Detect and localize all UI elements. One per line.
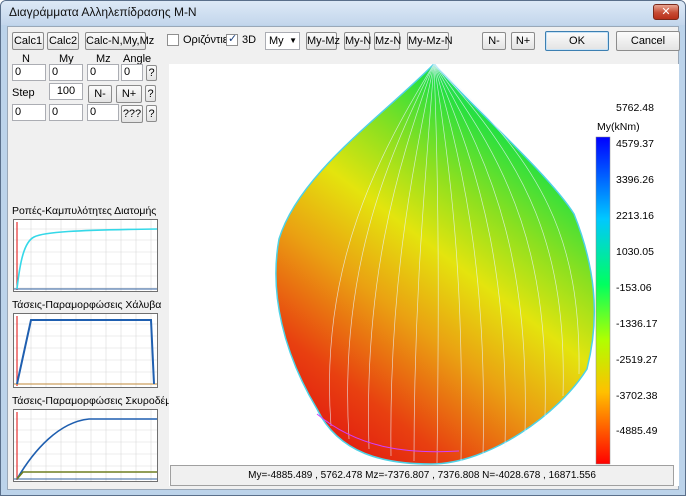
chevron-down-icon: ▼: [289, 36, 297, 45]
calc2-button[interactable]: Calc2: [47, 32, 79, 50]
steel-graph-title: Τάσεις-Παραμορφώσεις Χάλυβα: [12, 299, 162, 311]
window-title: Διαγράμματα Αλληλεπίδρασης Μ-Ν: [9, 5, 197, 19]
title-bar[interactable]: Διαγράμματα Αλληλεπίδρασης Μ-Ν ✕: [1, 1, 685, 25]
row3-input-3[interactable]: 0: [87, 104, 119, 121]
moments-graph-title: Ροπές-Καμπυλότητες Διατομής: [12, 205, 157, 217]
row3-input-1[interactable]: 0: [12, 104, 46, 121]
mz-input[interactable]: 0: [87, 64, 119, 81]
concrete-graph-title: Τάσεις-Παραμορφώσεις Σκυροδέμ.: [12, 395, 175, 407]
colorbar-tick-6: -1336.17: [616, 318, 658, 330]
colorbar-tick-1: 4579.37: [616, 138, 654, 150]
n-minus-top-button[interactable]: N-: [482, 32, 506, 50]
surface-body: [275, 64, 596, 465]
interaction-surface-3d-plot[interactable]: My(kNm): [169, 64, 679, 486]
status-bar: My=-4885.489 , 5762.478 Mz=-7376.807 , 7…: [170, 465, 674, 486]
my-input[interactable]: 0: [49, 64, 83, 81]
step-input[interactable]: 100: [49, 83, 83, 100]
step-label: Step: [12, 87, 35, 99]
my-n-button[interactable]: My-N: [344, 32, 371, 50]
help-button-1[interactable]: ?: [146, 65, 157, 81]
cancel-button[interactable]: Cancel: [616, 31, 680, 51]
close-button[interactable]: ✕: [653, 4, 679, 20]
n-minus-button[interactable]: N-: [88, 85, 112, 103]
colorbar-tick-8: -3702.38: [616, 390, 658, 402]
my-mz-n-button[interactable]: My-Mz-N: [407, 32, 453, 50]
n-plus-button[interactable]: N+: [116, 85, 142, 103]
n-input[interactable]: 0: [12, 64, 46, 81]
moments-curvature-graph: [13, 219, 158, 292]
colorbar-tick-7: -2519.27: [616, 354, 658, 366]
colorbar-title: My(kNm): [597, 121, 640, 133]
mz-n-button[interactable]: Mz-N: [374, 32, 401, 50]
client-area: Calc1 Calc2 Calc-N,My,Mz Οριζόντιες 3D M…: [7, 26, 680, 490]
angle-input[interactable]: 0: [121, 64, 143, 81]
row3-input-2[interactable]: 0: [49, 104, 83, 121]
help-button-3[interactable]: ?: [146, 105, 157, 122]
steel-stress-strain-graph: [13, 313, 158, 388]
ok-button[interactable]: OK: [545, 31, 609, 51]
colorbar-tick-2: 3396.26: [616, 174, 654, 186]
axis-select[interactable]: My ▼: [265, 32, 300, 50]
interaction-diagram-window: Διαγράμματα Αλληλεπίδρασης Μ-Ν ✕ Calc1 C…: [0, 0, 686, 496]
colorbar-tick-9: -4885.49: [616, 425, 658, 437]
calc1-button[interactable]: Calc1: [12, 32, 44, 50]
colorbar-tick-0: 5762.48: [616, 102, 654, 114]
my-mz-button[interactable]: My-Mz: [306, 32, 340, 50]
colorbar-tick-4: 1030.05: [616, 246, 654, 258]
colorbar: [595, 136, 611, 465]
colorbar-tick-5: -153.06: [616, 282, 652, 294]
threed-checkbox[interactable]: [226, 32, 238, 46]
calc-n-my-mz-button[interactable]: Calc-N,My,Mz: [85, 32, 154, 50]
n-plus-top-button[interactable]: N+: [511, 32, 535, 50]
threed-label: 3D: [242, 34, 257, 46]
help-button-2[interactable]: ?: [145, 85, 156, 102]
concrete-stress-strain-graph: [13, 409, 158, 482]
axis-select-value: My: [269, 35, 284, 47]
qqq-button[interactable]: ???: [121, 105, 143, 123]
horizontal-checkbox[interactable]: [167, 34, 179, 46]
colorbar-tick-3: 2213.16: [616, 210, 654, 222]
